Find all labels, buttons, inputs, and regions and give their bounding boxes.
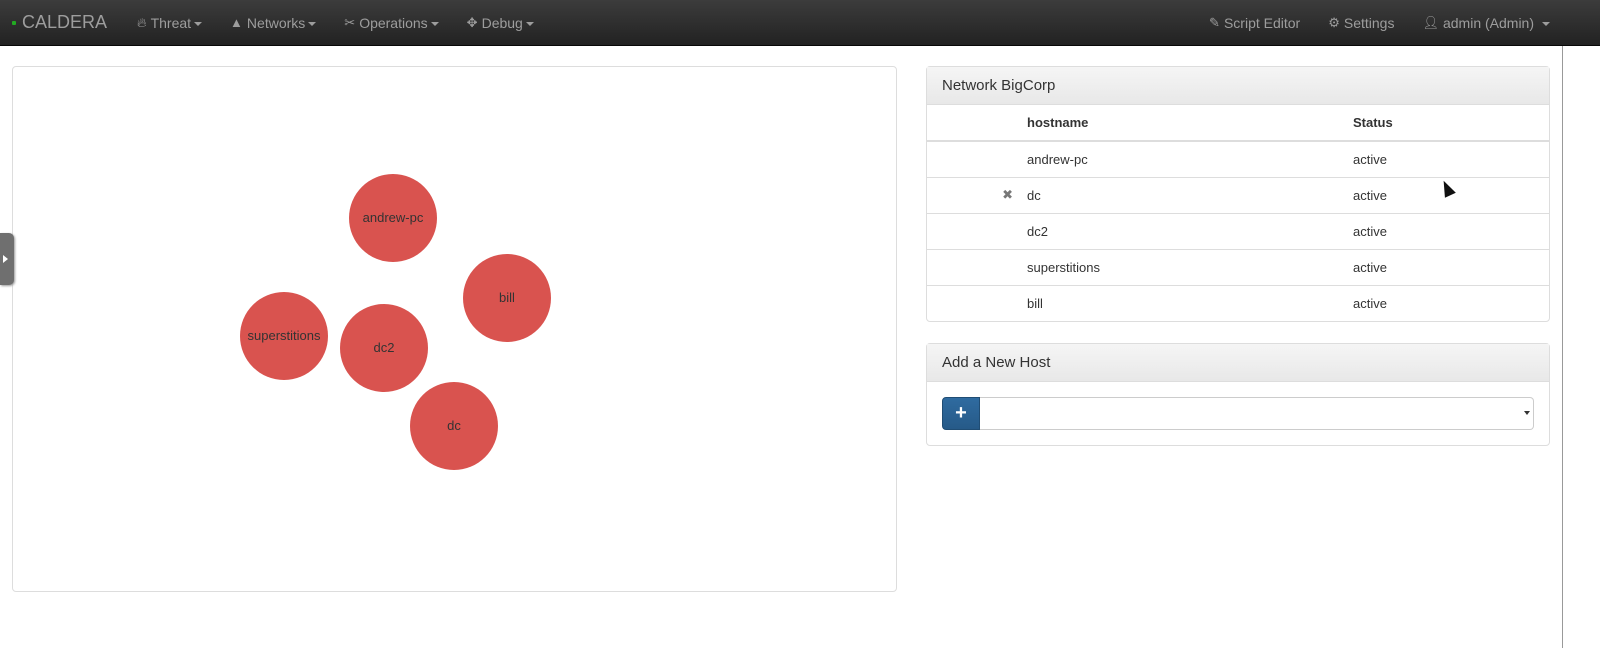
node-label: andrew-pc [363,210,424,225]
graph-node[interactable]: dc [410,382,498,470]
hostname-cell: bill [1027,284,1353,321]
status-cell: active [1353,140,1549,177]
script-editor-label: Script Editor [1223,14,1301,31]
menu-operations[interactable]: ✂ Operations [330,0,452,46]
panel-title: Add a New Host [927,344,1549,382]
brand-label: CALDERA [22,12,108,32]
settings-link[interactable]: ⚙ Settings [1314,0,1408,46]
menu-label: Debug [481,14,523,31]
row-action [927,284,1027,321]
scrollbar[interactable] [1562,46,1563,648]
hostname-cell: andrew-pc [1027,140,1353,177]
script-editor-link[interactable]: ✎ Script Editor [1195,0,1314,46]
sidebar-toggle[interactable] [0,233,14,285]
caret-down-icon [525,21,534,26]
road-icon: ▲ [230,15,243,30]
user-menu[interactable]: 👤︎ admin (Admin) [1408,0,1564,46]
caret-down-icon [194,21,203,26]
row-action: ✖ [927,176,1027,213]
hosts-table: hostname Status andrew-pc active ✖ dc act… [927,105,1549,321]
host-select[interactable] [980,397,1534,430]
hostname-cell: superstitions [1027,248,1353,285]
menu-networks[interactable]: ▲ Networks [216,0,330,46]
status-cell: active [1353,248,1549,285]
settings-label: Settings [1343,14,1395,31]
add-host-panel: Add a New Host + [926,343,1550,446]
caret-down-icon [1542,21,1550,26]
table-row[interactable]: superstitions active [927,248,1549,285]
table-row[interactable]: andrew-pc active [927,140,1549,177]
hostname-cell: dc [1027,176,1353,213]
graph-node[interactable]: bill [463,254,551,342]
col-actions [927,105,1027,142]
status-cell: active [1353,212,1549,249]
col-hostname: hostname [1027,105,1353,142]
menu-label: Networks [246,14,306,31]
status-dot [12,20,16,25]
user-icon: 👤︎ [1422,14,1439,30]
panel-title: Network BigCorp [927,67,1549,105]
menu-label: Operations [359,14,428,31]
menu-label: Threat [150,14,192,31]
node-label: dc [447,418,461,433]
user-label: admin (Admin) [1442,14,1534,31]
scissors-icon: ✂ [344,14,356,30]
fire-icon: 🔥︎ [137,14,147,30]
table-row[interactable]: bill active [927,284,1549,321]
network-panel: Network BigCorp hostname Status andrew-p… [926,66,1550,322]
graph-node[interactable]: andrew-pc [349,174,437,262]
move-icon: ✥ [466,14,478,30]
brand[interactable]: CALDERA [12,12,107,33]
node-label: dc2 [374,340,395,355]
node-label: bill [499,290,515,305]
node-label: superstitions [248,328,321,343]
table-row[interactable]: dc2 active [927,212,1549,249]
status-cell: active [1353,284,1549,321]
add-host-button[interactable]: + [942,397,980,430]
menu-threat[interactable]: 🔥︎ Threat [123,0,216,46]
pencil-icon: ✎ [1209,14,1220,30]
row-action [927,212,1027,249]
caret-down-icon [308,21,317,26]
caret-down-icon [430,21,439,26]
network-graph[interactable]: andrew-pc bill superstitions dc2 dc [12,66,897,592]
remove-icon[interactable]: ✖ [1002,187,1013,202]
navbar: CALDERA 🔥︎ Threat ▲ Networks ✂ Operations ✥… [0,0,1600,46]
gear-icon: ⚙ [1328,14,1340,30]
table-row[interactable]: ✖ dc active [927,176,1549,213]
menu-debug[interactable]: ✥ Debug [453,0,548,46]
graph-canvas[interactable]: andrew-pc bill superstitions dc2 dc [13,67,898,593]
graph-node[interactable]: dc2 [340,304,428,392]
row-action [927,248,1027,285]
hostname-cell: dc2 [1027,212,1353,249]
col-status: Status [1353,105,1549,142]
row-action [927,140,1027,177]
graph-node[interactable]: superstitions [240,292,328,380]
